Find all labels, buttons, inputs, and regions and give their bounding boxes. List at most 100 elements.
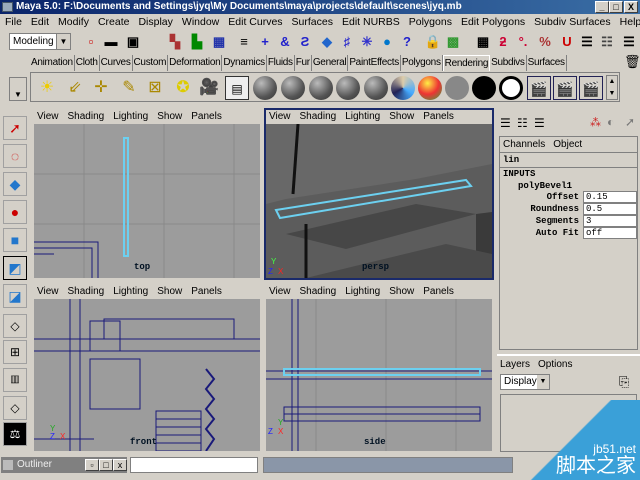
tab-curves[interactable]: Curves bbox=[100, 55, 133, 71]
graph-icon[interactable]: ▦ bbox=[474, 33, 492, 51]
lock-icon[interactable]: 🔒 bbox=[424, 33, 442, 51]
shelf-scrollbar[interactable]: ▲ ▼ bbox=[606, 75, 618, 100]
menu-edit-nurbs[interactable]: Edit NURBS bbox=[342, 14, 400, 30]
open-folder-icon[interactable]: ▬ bbox=[102, 33, 120, 51]
tab-animation[interactable]: Animation bbox=[30, 55, 75, 71]
menu-edit[interactable]: Edit bbox=[31, 14, 49, 30]
select-component-icon[interactable]: ▦ bbox=[210, 33, 228, 51]
vp-menu-lighting[interactable]: Lighting bbox=[345, 285, 380, 299]
menu-edit-curves[interactable]: Edit Curves bbox=[228, 14, 282, 30]
options-menu[interactable]: Options bbox=[538, 359, 572, 370]
manipulator-icon[interactable]: ⁂ bbox=[590, 116, 601, 129]
spot-light-icon[interactable]: ✎ bbox=[117, 76, 141, 100]
manipulator-tool-icon[interactable]: ◩ bbox=[3, 256, 27, 280]
render-globe-icon[interactable]: ● bbox=[378, 33, 396, 51]
menu-modify[interactable]: Modify bbox=[58, 14, 89, 30]
command-line-input[interactable] bbox=[130, 457, 258, 473]
snap-grid-icon[interactable]: + bbox=[256, 33, 274, 51]
make-live-icon[interactable]: ♯ bbox=[338, 33, 356, 51]
viewport-top[interactable]: View Shading Lighting Show Panels top bbox=[32, 108, 262, 280]
attribute-editor-icon[interactable]: ☰ bbox=[578, 33, 596, 51]
directional-light-icon[interactable]: ⇙ bbox=[63, 76, 87, 100]
menu-create[interactable]: Create bbox=[98, 14, 130, 30]
single-view-icon[interactable]: ◇ bbox=[3, 314, 27, 338]
ambient-light-icon[interactable]: ☀ bbox=[35, 76, 59, 100]
layer-editor-toggle-icon[interactable]: ☷ bbox=[517, 116, 528, 130]
viewport-side[interactable]: View Shading Lighting Show Panels YZX side bbox=[264, 283, 494, 453]
select-icon[interactable]: ▩ bbox=[444, 33, 462, 51]
menu-file[interactable]: File bbox=[5, 14, 22, 30]
outliner-maximize-button[interactable]: □ bbox=[99, 459, 113, 471]
vp-menu-show[interactable]: Show bbox=[157, 285, 182, 299]
tab-dynamics[interactable]: Dynamics bbox=[222, 55, 267, 71]
trash-icon[interactable]: 🗑 bbox=[624, 54, 640, 70]
save-icon[interactable]: ▣ bbox=[124, 33, 142, 51]
outliner-layout-icon[interactable]: ▥ bbox=[3, 368, 27, 392]
four-view-icon[interactable]: ⊞ bbox=[3, 340, 27, 364]
channel-box-icon[interactable]: ☰ bbox=[620, 33, 638, 51]
tab-general[interactable]: General bbox=[312, 55, 349, 71]
minimize-button[interactable]: _ bbox=[595, 1, 609, 13]
tab-deformation[interactable]: Deformation bbox=[168, 55, 223, 71]
lambert-sphere-icon[interactable] bbox=[281, 76, 305, 100]
scale-tool-icon[interactable]: ■ bbox=[3, 228, 27, 252]
hypergraph-layout-icon[interactable]: ⚖ bbox=[3, 422, 27, 446]
ramp-shader-icon[interactable] bbox=[418, 76, 442, 100]
shelf-menu-button[interactable]: ▼ bbox=[9, 77, 27, 101]
menu-list-icon[interactable]: ≡ bbox=[235, 33, 253, 51]
tab-custom[interactable]: Custom bbox=[133, 55, 169, 71]
select-tool-icon[interactable]: ➚ bbox=[3, 116, 27, 140]
volume-light-icon[interactable]: ✪ bbox=[171, 76, 195, 100]
tool-settings-icon[interactable]: ☷ bbox=[598, 33, 616, 51]
vp-menu-shading[interactable]: Shading bbox=[68, 285, 105, 299]
channel-layer-toggle-icon[interactable]: ☰ bbox=[534, 116, 545, 130]
last-tool-icon[interactable]: ◪ bbox=[3, 284, 27, 308]
snap-point-icon[interactable]: Ƨ bbox=[296, 33, 314, 51]
rotate-tool-icon[interactable]: ● bbox=[3, 200, 27, 224]
shading-icon[interactable]: ◐ bbox=[607, 115, 614, 129]
vp-menu-shading[interactable]: Shading bbox=[300, 110, 337, 124]
new-scene-icon[interactable]: ▫ bbox=[82, 33, 100, 51]
use-background-icon[interactable] bbox=[472, 76, 496, 100]
maximize-button[interactable]: □ bbox=[609, 1, 623, 13]
menu-window[interactable]: Window bbox=[182, 14, 219, 30]
phong-sphere-icon[interactable] bbox=[309, 76, 333, 100]
anisotropic-sphere-icon[interactable] bbox=[364, 76, 388, 100]
magnet-icon[interactable]: U bbox=[558, 33, 576, 51]
outliner-titlebar[interactable]: Outliner ▫ □ x bbox=[1, 457, 127, 473]
layered-shader-icon[interactable] bbox=[391, 76, 415, 100]
help-icon[interactable]: ? bbox=[398, 33, 416, 51]
vp-menu-shading[interactable]: Shading bbox=[68, 110, 105, 124]
ipr-render-icon[interactable]: 🎬 bbox=[553, 76, 577, 100]
viewport-front[interactable]: View Shading Lighting Show Panels YZX front bbox=[32, 283, 262, 453]
persp-outliner-icon[interactable]: ◇ bbox=[3, 396, 27, 420]
tab-subdivs[interactable]: Subdivs bbox=[490, 55, 527, 71]
menu-help[interactable]: Help bbox=[620, 14, 640, 30]
attr-field-segments[interactable]: 3 bbox=[583, 215, 637, 227]
menu-edit-polygons[interactable]: Edit Polygons bbox=[461, 14, 525, 30]
viewport-persp[interactable]: View Shading Lighting Show Panels YZX persp bbox=[264, 108, 494, 280]
select-object-icon[interactable]: ▙ bbox=[188, 33, 206, 51]
menu-subdiv-surfaces[interactable]: Subdiv Surfaces bbox=[534, 14, 610, 30]
attr-field-roundness[interactable]: 0.5 bbox=[583, 203, 637, 215]
object-name[interactable]: lin bbox=[500, 153, 637, 168]
history-icon[interactable]: ✳ bbox=[358, 33, 376, 51]
vp-menu-view[interactable]: View bbox=[37, 110, 59, 124]
outliner-close-button[interactable]: x bbox=[113, 459, 127, 471]
joint-icon[interactable]: °. bbox=[514, 33, 532, 51]
channels-menu[interactable]: Channels bbox=[503, 139, 545, 150]
vp-menu-view[interactable]: View bbox=[37, 285, 59, 299]
shading-map-icon[interactable] bbox=[499, 76, 523, 100]
tab-cloth[interactable]: Cloth bbox=[75, 55, 100, 71]
render-icon[interactable]: 🎬 bbox=[527, 76, 551, 100]
vp-menu-lighting[interactable]: Lighting bbox=[345, 110, 380, 124]
vp-menu-panels[interactable]: Panels bbox=[423, 285, 454, 299]
menu-polygons[interactable]: Polygons bbox=[409, 14, 452, 30]
object-menu[interactable]: Object bbox=[553, 139, 582, 150]
close-button[interactable]: X bbox=[624, 1, 638, 13]
tab-rendering[interactable]: Rendering bbox=[442, 55, 491, 71]
curve-icon[interactable]: ƻ bbox=[494, 33, 512, 51]
surface-shader-icon[interactable] bbox=[445, 76, 469, 100]
layer-display-select[interactable]: Display ▼ bbox=[500, 374, 550, 390]
move-tool-icon[interactable]: ◆ bbox=[3, 172, 27, 196]
